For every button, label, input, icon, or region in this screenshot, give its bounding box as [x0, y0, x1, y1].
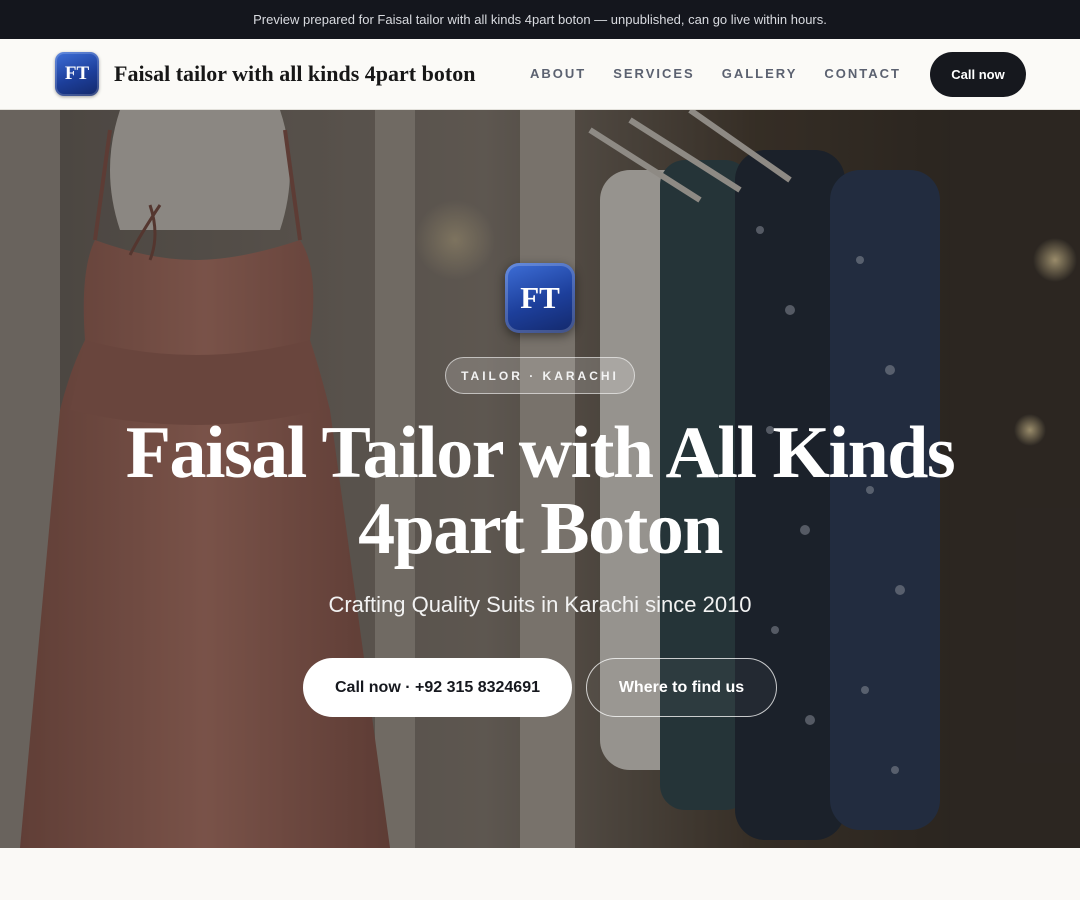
category-badge: TAILOR · KARACHI: [445, 357, 635, 394]
hero-logo-initials: FT: [520, 280, 560, 315]
hero-title-line-2: 4part Boton: [358, 488, 723, 570]
nav-links: ABOUT SERVICES GALLERY CONTACT: [530, 66, 901, 81]
brand-name[interactable]: Faisal tailor with all kinds 4part boton: [114, 61, 475, 87]
top-navigation: FT Faisal tailor with all kinds 4part bo…: [0, 39, 1080, 110]
preview-banner: Preview prepared for Faisal tailor with …: [0, 0, 1080, 39]
hero-subtitle: Crafting Quality Suits in Karachi since …: [328, 592, 752, 617]
brand-logo[interactable]: FT: [55, 52, 99, 96]
call-phone-button[interactable]: Call now · +92 315 8324691: [303, 658, 572, 717]
nav-link-gallery[interactable]: GALLERY: [722, 66, 798, 81]
hero-logo: FT: [505, 263, 575, 333]
hero-title-line-1: Faisal Tailor with All Kinds: [125, 412, 956, 494]
call-now-button[interactable]: Call now: [930, 52, 1026, 97]
brand-logo-initials: FT: [64, 63, 90, 84]
hero-section: FT TAILOR · KARACHI Faisal Tailor with A…: [0, 110, 1080, 848]
nav-link-about[interactable]: ABOUT: [530, 66, 586, 81]
nav-link-services[interactable]: SERVICES: [613, 66, 695, 81]
next-section: [0, 848, 1080, 900]
preview-banner-text: Preview prepared for Faisal tailor with …: [253, 12, 827, 27]
nav-link-contact[interactable]: CONTACT: [824, 66, 901, 81]
hero-title: Faisal Tailor with All Kinds 4part Boton: [90, 415, 990, 567]
find-location-button[interactable]: Where to find us: [586, 658, 777, 717]
